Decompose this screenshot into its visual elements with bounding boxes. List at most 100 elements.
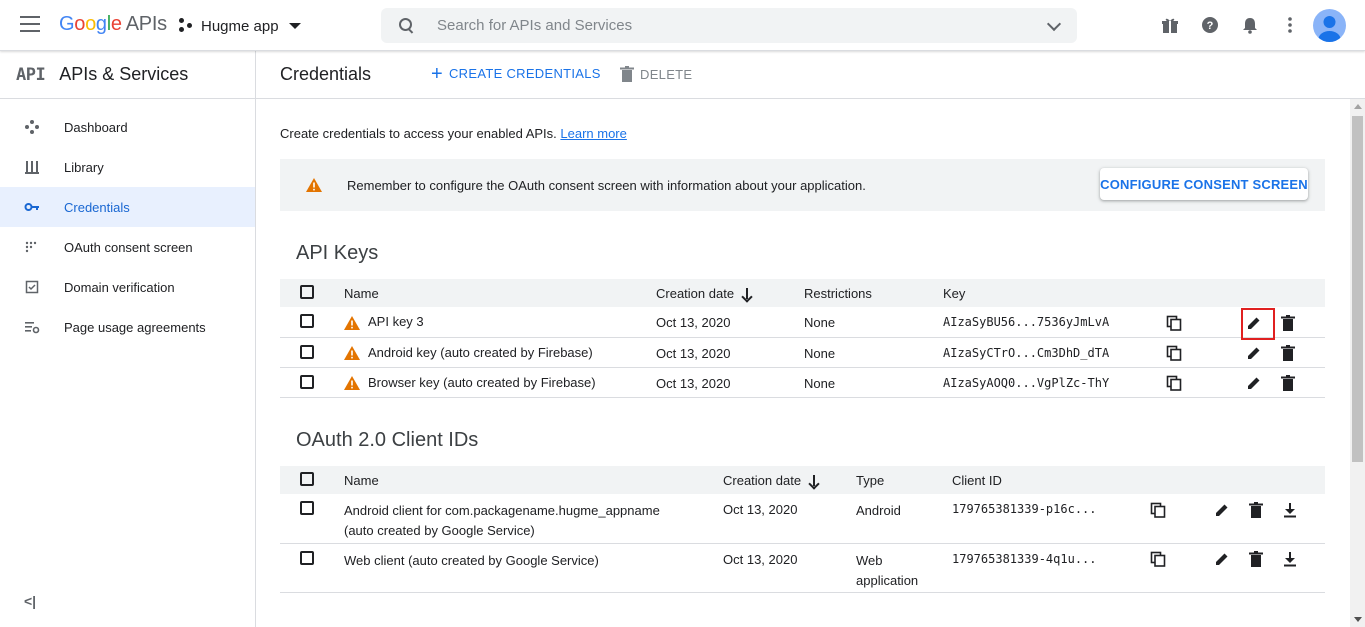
add-icon: + (431, 62, 443, 85)
google-apis-logo[interactable]: Google APIs (59, 13, 167, 36)
sidebar-item-library[interactable]: Library (0, 147, 255, 187)
left-nav: API APIs & Services Dashboard Library Cr… (0, 51, 256, 627)
copy-icon[interactable] (1166, 315, 1182, 331)
oauth-clients-table: Name Creation date Type Client ID Androi… (280, 466, 1325, 593)
consent-icon (25, 241, 37, 253)
row-checkbox[interactable] (300, 314, 314, 328)
creation-date: Oct 13, 2020 (723, 494, 856, 544)
client-name[interactable]: Web client (auto created by Google Servi… (344, 551, 723, 571)
sidebar-item-dashboard[interactable]: Dashboard (0, 107, 255, 147)
scroll-down-arrow[interactable] (1354, 617, 1362, 622)
trash-icon[interactable] (1280, 314, 1296, 331)
api-key-value: AIzaSyCTrO...Cm3DhD_dTA (943, 337, 1166, 368)
scroll-up-arrow[interactable] (1354, 104, 1362, 109)
dropdown-caret-icon (288, 23, 301, 29)
copy-icon[interactable] (1150, 502, 1166, 518)
gift-icon[interactable] (1161, 16, 1179, 34)
project-selector[interactable]: Hugme app (179, 15, 301, 37)
table-row: Browser key (auto created by Firebase) O… (280, 367, 1325, 398)
scrollbar-thumb[interactable] (1352, 116, 1363, 462)
help-icon[interactable]: ? (1201, 16, 1219, 34)
row-checkbox[interactable] (300, 344, 314, 359)
table-row: API key 3 Oct 13, 2020 None AIzaSyBU56..… (280, 307, 1325, 338)
column-header-creation-date[interactable]: Creation date (723, 466, 856, 494)
edit-icon[interactable] (1246, 375, 1262, 391)
project-name: Hugme app (201, 17, 279, 35)
oauth-client-ids-title: OAuth 2.0 Client IDs (296, 429, 479, 451)
sidebar-header: API APIs & Services (0, 51, 255, 99)
vertical-scrollbar[interactable] (1350, 99, 1365, 627)
api-keys-title: API Keys (296, 242, 379, 264)
learn-more-link[interactable]: Learn more (560, 126, 626, 141)
api-key-value: AIzaSyAOQ0...VgPlZc-ThY (943, 367, 1166, 398)
copy-icon[interactable] (1150, 551, 1166, 567)
account-avatar[interactable] (1313, 9, 1346, 42)
client-name-subtext: (auto created by Google Service) (344, 523, 535, 538)
api-key-name[interactable]: Android key (auto created by Firebase) (368, 345, 593, 360)
configure-consent-screen-button[interactable]: CONFIGURE CONSENT SCREEN (1100, 168, 1308, 200)
api-key-name[interactable]: API key 3 (368, 314, 424, 329)
warning-icon (344, 315, 360, 330)
trash-icon (620, 66, 634, 82)
creation-date: Oct 13, 2020 (656, 337, 804, 368)
sidebar-item-credentials[interactable]: Credentials (0, 187, 255, 227)
trash-icon[interactable] (1280, 345, 1296, 362)
main-menu-icon[interactable] (20, 16, 40, 32)
banner-message: Remember to configure the OAuth consent … (347, 178, 866, 193)
edit-icon[interactable] (1214, 551, 1230, 567)
checkbox-icon (25, 280, 39, 294)
column-header-type[interactable]: Type (856, 466, 952, 494)
avatar-person-icon (1318, 16, 1341, 42)
creation-date: Oct 13, 2020 (656, 307, 804, 338)
download-icon[interactable] (1282, 502, 1298, 518)
column-header-name[interactable]: Name (344, 279, 656, 307)
sidebar-item-page-usage[interactable]: Page usage agreements (0, 307, 255, 347)
sidebar-item-oauth-consent[interactable]: OAuth consent screen (0, 227, 255, 267)
warning-icon (306, 178, 322, 192)
copy-icon[interactable] (1166, 345, 1182, 361)
search-icon (399, 17, 415, 34)
create-credentials-button[interactable]: + CREATE CREDENTIALS (431, 62, 601, 85)
client-id: 179765381339-4q1u... (952, 543, 1150, 593)
restrictions: None (804, 307, 943, 338)
column-header-name[interactable]: Name (344, 466, 723, 494)
table-row: Android key (auto created by Firebase) O… (280, 337, 1325, 368)
top-app-bar: GoogleAPIs Hugme app ? (0, 0, 1365, 51)
select-all-checkbox[interactable] (300, 471, 314, 486)
delete-button[interactable]: DELETE (620, 66, 692, 82)
sidebar-title: APIs & Services (59, 64, 189, 84)
intro-text: Create credentials to access your enable… (280, 126, 627, 141)
trash-icon[interactable] (1248, 501, 1264, 518)
more-vert-icon[interactable] (1281, 16, 1299, 34)
project-icon (179, 18, 195, 34)
search-input[interactable] (437, 17, 1017, 34)
row-checkbox[interactable] (300, 550, 314, 565)
notifications-icon[interactable] (1241, 16, 1259, 34)
collapse-sidebar-icon[interactable]: <| (24, 593, 36, 609)
sort-descending-icon (809, 475, 819, 487)
sidebar-item-domain-verification[interactable]: Domain verification (0, 267, 255, 307)
table-row: Web client (auto created by Google Servi… (280, 543, 1325, 593)
edit-icon[interactable] (1246, 345, 1262, 361)
copy-icon[interactable] (1166, 375, 1182, 391)
table-row: Android client for com.packagename.hugme… (280, 494, 1325, 544)
api-key-name[interactable]: Browser key (auto created by Firebase) (368, 375, 596, 390)
row-checkbox[interactable] (300, 501, 314, 515)
edit-icon[interactable] (1214, 502, 1230, 518)
select-all-checkbox[interactable] (300, 284, 314, 299)
api-logo-icon: API (16, 64, 46, 85)
trash-icon[interactable] (1248, 551, 1264, 568)
creation-date: Oct 13, 2020 (723, 543, 856, 593)
search-bar[interactable] (381, 8, 1077, 43)
consent-warning-banner: Remember to configure the OAuth consent … (280, 159, 1325, 211)
trash-icon[interactable] (1280, 375, 1296, 392)
column-header-creation-date[interactable]: Creation date (656, 279, 804, 307)
column-header-key[interactable]: Key (943, 279, 1166, 307)
column-header-restrictions[interactable]: Restrictions (804, 279, 943, 307)
download-icon[interactable] (1282, 551, 1298, 567)
client-name[interactable]: Android client for com.packagename.hugme… (344, 501, 723, 521)
column-header-client-id[interactable]: Client ID (952, 466, 1150, 494)
row-checkbox[interactable] (300, 374, 314, 389)
chevron-down-icon[interactable] (1046, 16, 1062, 32)
table-header-row: Name Creation date Type Client ID (280, 466, 1325, 494)
